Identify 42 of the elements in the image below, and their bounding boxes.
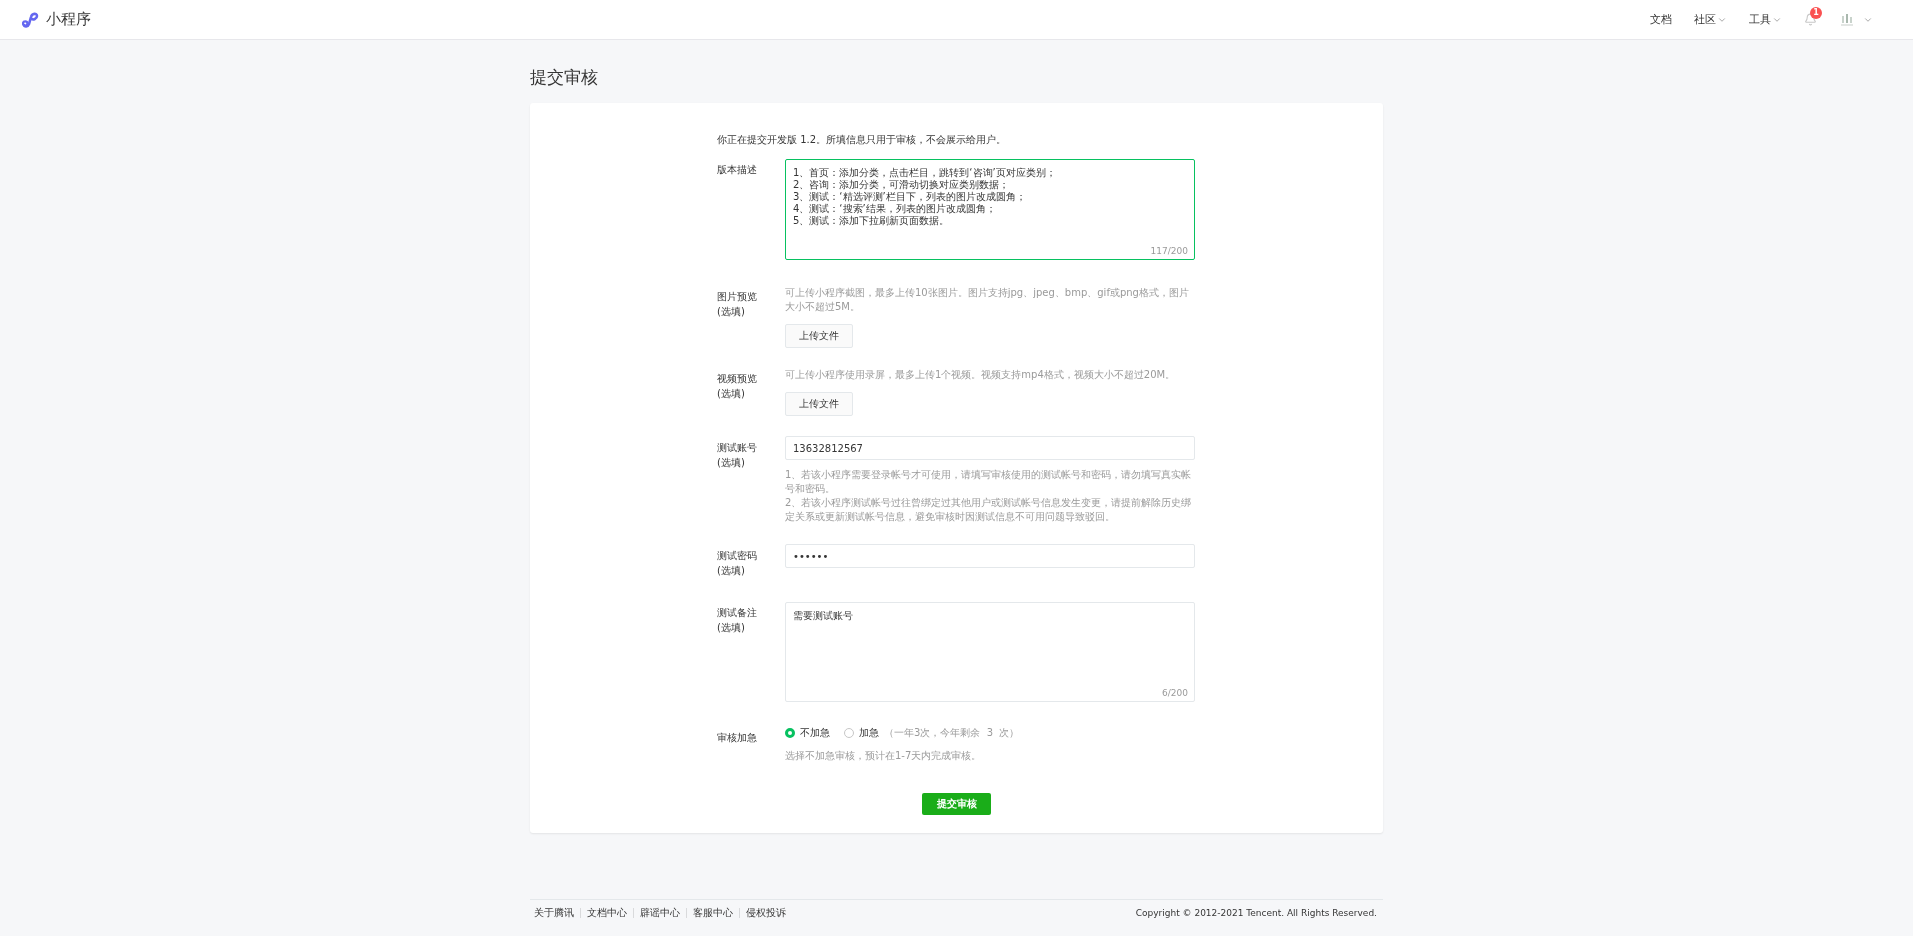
optional-label: (选填) [717,305,746,319]
field-hint: 1、若该小程序需要登录帐号才可使用，请填写审核使用的测试帐号和密码，请勿填写真实帐号和密码。 [785,468,1193,496]
field-label: 测试密码 [717,549,758,563]
optional-label: (选填) [717,456,746,470]
footer-link[interactable]: 客服中心 [686,908,739,918]
footer-link[interactable]: 关于腾讯 [530,908,580,918]
copyright-text: Copyright © 2012-2021 Tencent. All Rights Reserved. [1135,908,1378,918]
intro-text: 你正在提交开发版 1.2。所填信息只用于审核，不会展示给用户。 [717,133,1008,147]
logo-text: 小程序 [46,10,91,29]
nav-link[interactable]: 工具 [1749,12,1782,27]
character-counter: 6/200 [1162,688,1188,698]
optional-label: (选填) [717,387,746,401]
field-label: 视频预览 [717,372,758,386]
field-label: 审核加急 [717,731,758,745]
optional-label: (选填) [717,621,746,635]
optional-label: (选填) [717,564,746,578]
nav-link[interactable]: 文档 [1650,12,1672,27]
logo-icon [22,11,40,28]
page-title: 提交审核 [530,66,599,89]
footer-link[interactable]: 辟谣中心 [633,908,686,918]
upload-hint: 可上传小程序使用录屏，最多上传1个视频。视频支持mp4格式，视频大小不超过20M。 [785,368,1177,382]
field-label: 测试账号 [717,441,758,455]
radio-hint: 选择不加急审核，预计在1-7天内完成审核。 [785,749,983,763]
field-label: 图片预览 [717,290,758,304]
field-label: 测试备注 [717,606,758,620]
radio-button[interactable] [844,728,854,738]
field-hint: 2、若该小程序测试帐号过往曾绑定过其他用户或测试帐号信息发生变更，请提前解除历史绑定关系或更新测试帐号信息，避免审核时因测试信息不可用问题导致驳回。 [785,496,1193,524]
radio-label[interactable]: 不加急 [800,726,830,740]
footer-link[interactable]: 文档中心 [580,908,633,918]
radio-button[interactable] [785,728,795,738]
input-field[interactable]: •••••• [785,544,1195,568]
field-label: 版本描述 [717,163,758,177]
upload-button[interactable]: 上传文件 [785,392,853,416]
upload-button[interactable]: 上传文件 [785,324,853,348]
bell-icon[interactable] [1804,13,1817,26]
notification-badge: 1 [1810,7,1822,19]
character-counter: 117/200 [1150,246,1188,256]
input-field[interactable]: 13632812567 [785,436,1195,460]
radio-label[interactable]: 加急 [859,726,879,740]
nav-link[interactable]: 社区 [1694,12,1727,27]
footer-link[interactable]: 侵权投诉 [739,908,792,918]
upload-hint: 可上传小程序截图，最多上传10张图片。图片支持jpg、jpeg、bmp、gif或png格式，图片大小不超过5M。 [785,286,1190,314]
